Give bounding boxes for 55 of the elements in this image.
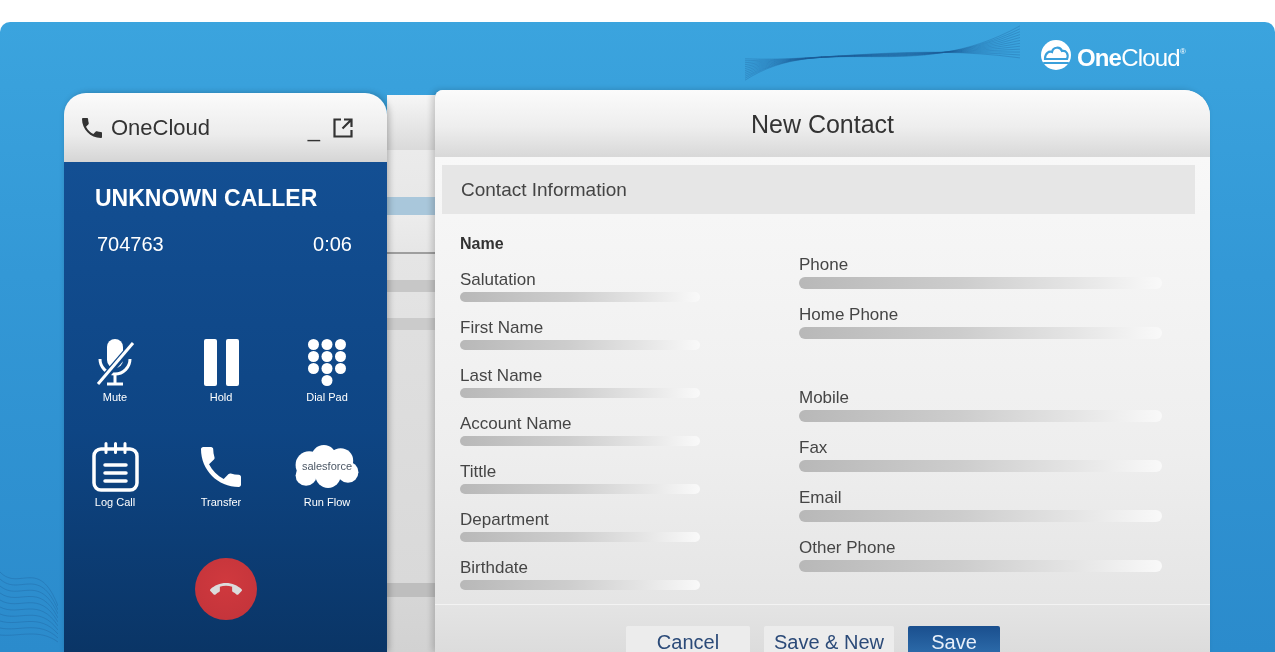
microphone-slash-icon [95, 338, 135, 386]
cloud-logo: salesforce [294, 445, 360, 489]
dial-pad-button[interactable]: Dial Pad [306, 337, 348, 404]
field-label: First Name [460, 318, 545, 338]
hold-button[interactable]: Hold [203, 337, 239, 404]
field-label: Salutation [460, 270, 537, 290]
input-field[interactable] [799, 460, 1162, 472]
save-button[interactable]: Save [908, 626, 1000, 652]
log-call-button[interactable]: Log Call [91, 442, 139, 509]
pause-icon [203, 338, 239, 386]
cloud-icon [1038, 40, 1073, 70]
input-field[interactable] [460, 388, 700, 398]
caller-name: UNKNOWN CALLER [94, 184, 319, 212]
input-field[interactable] [799, 510, 1162, 522]
input-field[interactable] [460, 580, 700, 590]
pop-out-button[interactable] [333, 117, 353, 138]
field-label: Department [460, 510, 550, 530]
field-label: Fax [799, 438, 829, 458]
section-header: Contact Information [442, 165, 1195, 214]
input-field[interactable] [460, 484, 700, 494]
transfer-button[interactable]: Transfer [200, 442, 242, 509]
phone-icon [201, 447, 241, 487]
phone-hangup-icon [209, 583, 242, 595]
input-field[interactable] [799, 327, 1162, 339]
field-label: Home Phone [799, 305, 900, 325]
field-label: Email [799, 488, 843, 508]
field-label: Phone [799, 255, 850, 275]
field-label: Account Name [460, 414, 573, 434]
dial-pad-icon [308, 338, 346, 386]
field-label: Last Name [460, 366, 544, 386]
input-field[interactable] [799, 560, 1162, 572]
input-field[interactable] [460, 340, 700, 350]
external-link-icon [333, 117, 353, 138]
dialog-title: New Contact [750, 108, 895, 139]
group-heading: Name [460, 234, 505, 254]
call-timer: 0:06 [313, 232, 352, 256]
logo-text: OneCloud$^{®}$ [1076, 43, 1185, 73]
field-label: Birthdate [460, 558, 530, 578]
field-label: Other Phone [799, 538, 897, 558]
notepad-icon [91, 442, 139, 492]
input-field[interactable] [799, 277, 1162, 289]
input-field[interactable] [799, 410, 1162, 422]
input-field[interactable] [460, 532, 700, 542]
window-title: OneCloud [111, 114, 212, 141]
field-label: Mobile [799, 388, 851, 408]
mute-button[interactable]: Mute [95, 337, 135, 404]
input-field[interactable] [460, 436, 700, 446]
phone-icon [82, 117, 102, 138]
field-label: Tittle [460, 462, 498, 482]
caller-number: 704763 [97, 232, 164, 256]
run-flow-button[interactable]: salesforce Run Flow [294, 442, 360, 509]
minimize-button[interactable]: _ [307, 118, 320, 141]
cancel-button[interactable]: Cancel [626, 626, 750, 652]
save-and-new-button[interactable]: Save & New [764, 626, 894, 652]
input-field[interactable] [460, 292, 700, 302]
